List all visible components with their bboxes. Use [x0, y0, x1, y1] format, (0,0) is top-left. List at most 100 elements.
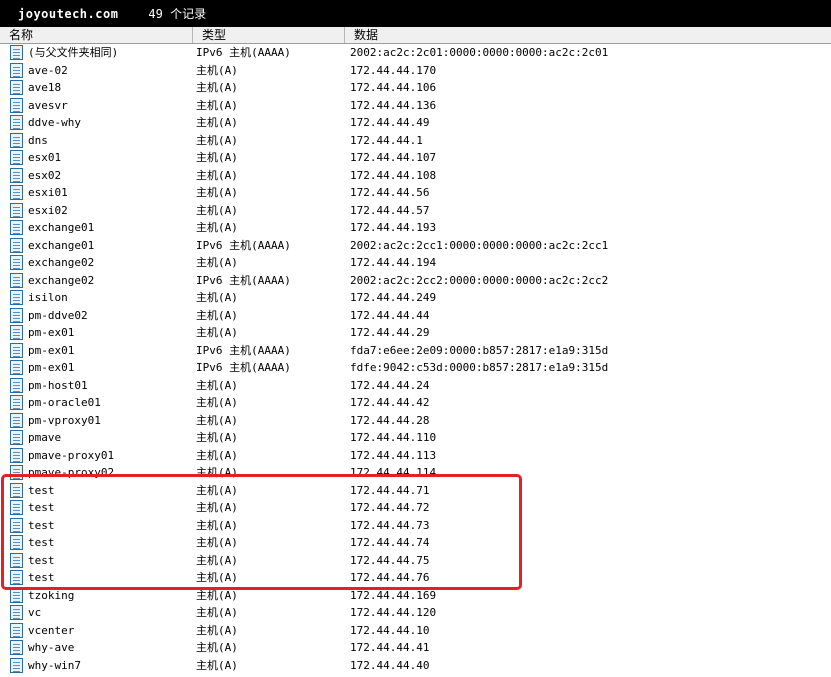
record-type: 主机(A) [196, 256, 238, 269]
record-name: pm-host01 [28, 378, 88, 392]
record-data: 172.44.44.107 [350, 151, 437, 164]
record-data: 2002:ac2c:2c01:0000:0000:0000:ac2c:2c01 [350, 46, 609, 59]
record-data: 172.44.44.29 [350, 326, 430, 339]
record-row[interactable]: pm-host01 主机(A) 172.44.44.24 [0, 377, 831, 395]
record-data: 2002:ac2c:2cc2:0000:0000:0000:ac2c:2cc2 [350, 273, 609, 287]
record-data: 172.44.44.193 [350, 221, 437, 234]
record-row[interactable]: esxi02 主机(A) 172.44.44.57 [0, 202, 831, 220]
column-header-data[interactable]: 数据 [345, 27, 831, 43]
record-row[interactable]: pm-ex01 主机(A) 172.44.44.29 [0, 324, 831, 342]
record-row[interactable]: exchange02 主机(A) 172.44.44.194 [0, 254, 831, 272]
record-row[interactable]: ddve-why 主机(A) 172.44.44.49 [0, 114, 831, 132]
column-header-name[interactable]: 名称 [0, 27, 193, 43]
record-name: vc [28, 606, 42, 619]
record-row[interactable]: avesvr 主机(A) 172.44.44.136 [0, 97, 831, 115]
record-type: IPv6 主机(AAAA) [196, 273, 291, 287]
dns-record-icon [10, 272, 23, 288]
record-row[interactable]: esx01 主机(A) 172.44.44.107 [0, 149, 831, 167]
record-name: pm-ex01 [28, 343, 75, 357]
record-row[interactable]: ave18 主机(A) 172.44.44.106 [0, 79, 831, 97]
record-name: isilon [28, 291, 68, 304]
dns-record-icon [10, 185, 23, 200]
record-name: (与父文件夹相同) [28, 46, 119, 59]
record-data: 172.44.44.49 [350, 116, 430, 129]
record-data: 172.44.44.106 [350, 81, 437, 94]
record-name: exchange02 [28, 256, 95, 269]
record-name: pmave [28, 431, 62, 444]
record-row[interactable]: why-win7 主机(A) 172.44.44.40 [0, 657, 831, 675]
record-data: 172.44.44.120 [350, 606, 437, 619]
dns-record-icon [10, 640, 23, 655]
record-type: 主机(A) [196, 221, 238, 234]
record-row[interactable]: exchange01 IPv6 主机(AAAA) 2002:ac2c:2cc1:00… [0, 237, 831, 255]
dns-record-icon [10, 622, 23, 638]
record-row[interactable]: esx02 主机(A) 172.44.44.108 [0, 167, 831, 185]
record-name: pm-vproxy01 [28, 413, 101, 427]
dns-record-icon [10, 150, 23, 165]
record-type: 主机(A) [196, 168, 238, 182]
record-row[interactable]: exchange01 主机(A) 172.44.44.193 [0, 219, 831, 237]
record-name: ave18 [28, 81, 62, 94]
record-type: 主机(A) [196, 116, 238, 129]
column-header: 名称 类型 数据 [0, 27, 831, 44]
dns-record-icon [10, 377, 23, 393]
record-row[interactable]: ave-02 主机(A) 172.44.44.170 [0, 62, 831, 80]
record-name: exchange02 [28, 273, 95, 287]
record-count: 49 个记录 [148, 7, 207, 21]
record-name: avesvr [28, 98, 68, 112]
record-row[interactable]: pmave 主机(A) 172.44.44.110 [0, 429, 831, 447]
record-row[interactable]: why-ave 主机(A) 172.44.44.41 [0, 639, 831, 657]
record-name: ave-02 [28, 63, 68, 77]
record-row[interactable]: pm-ddve02 主机(A) 172.44.44.44 [0, 307, 831, 325]
record-data: 172.44.44.56 [350, 186, 430, 199]
zone-name: joyoutech.com [18, 6, 119, 21]
record-row[interactable]: (与父文件夹相同) IPv6 主机(AAAA) 2002:ac2c:2c01:000… [0, 44, 831, 62]
record-type: 主机(A) [196, 396, 238, 409]
record-row[interactable]: vcenter 主机(A) 172.44.44.10 [0, 622, 831, 640]
record-type: 主机(A) [196, 98, 238, 112]
record-name: pm-ex01 [28, 361, 75, 374]
column-header-type[interactable]: 类型 [193, 27, 345, 43]
dns-record-icon [10, 115, 23, 130]
dns-record-icon [10, 132, 23, 148]
record-row[interactable]: dns 主机(A) 172.44.44.1 [0, 132, 831, 150]
dns-record-icon [10, 307, 23, 323]
record-row[interactable]: exchange02 IPv6 主机(AAAA) 2002:ac2c:2cc2:00… [0, 272, 831, 290]
dns-record-icon [10, 237, 23, 253]
record-type: IPv6 主机(AAAA) [196, 361, 291, 374]
dns-record-icon [10, 412, 23, 428]
highlight-box [1, 474, 522, 590]
record-name: esx02 [28, 168, 62, 182]
dns-record-icon [10, 255, 23, 270]
record-type: 主机(A) [196, 431, 238, 444]
record-name: pm-ddve02 [28, 308, 88, 322]
record-row[interactable]: pm-ex01 IPv6 主机(AAAA) fda7:e6ee:2e09:0000:… [0, 342, 831, 360]
record-row[interactable]: pmave-proxy01 主机(A) 172.44.44.113 [0, 447, 831, 465]
record-type: 主机(A) [196, 81, 238, 94]
record-row[interactable]: pm-vproxy01 主机(A) 172.44.44.28 [0, 412, 831, 430]
record-row[interactable]: pm-ex01 IPv6 主机(AAAA) fdfe:9042:c53d:0000:… [0, 359, 831, 377]
record-data: 172.44.44.108 [350, 168, 437, 182]
record-name: ddve-why [28, 116, 81, 129]
record-type: 主机(A) [196, 326, 238, 339]
record-row[interactable]: isilon 主机(A) 172.44.44.249 [0, 289, 831, 307]
record-type: 主机(A) [196, 308, 238, 322]
record-type: 主机(A) [196, 133, 238, 147]
dns-record-icon [10, 97, 23, 113]
record-row[interactable]: esxi01 主机(A) 172.44.44.56 [0, 184, 831, 202]
record-name: why-win7 [28, 658, 81, 672]
record-type: 主机(A) [196, 606, 238, 619]
record-type: 主机(A) [196, 151, 238, 164]
record-row[interactable]: pm-oracle01 主机(A) 172.44.44.42 [0, 394, 831, 412]
record-data: 172.44.44.10 [350, 623, 430, 637]
record-type: IPv6 主机(AAAA) [196, 238, 291, 252]
record-name: pm-ex01 [28, 326, 75, 339]
record-name: pmave-proxy01 [28, 448, 115, 462]
record-row[interactable]: vc 主机(A) 172.44.44.120 [0, 604, 831, 622]
record-name: esxi02 [28, 203, 68, 217]
record-data: 172.44.44.136 [350, 98, 437, 112]
record-type: 主机(A) [196, 203, 238, 217]
record-type: 主机(A) [196, 448, 238, 462]
record-name: exchange01 [28, 221, 95, 234]
record-type: 主机(A) [196, 413, 238, 427]
